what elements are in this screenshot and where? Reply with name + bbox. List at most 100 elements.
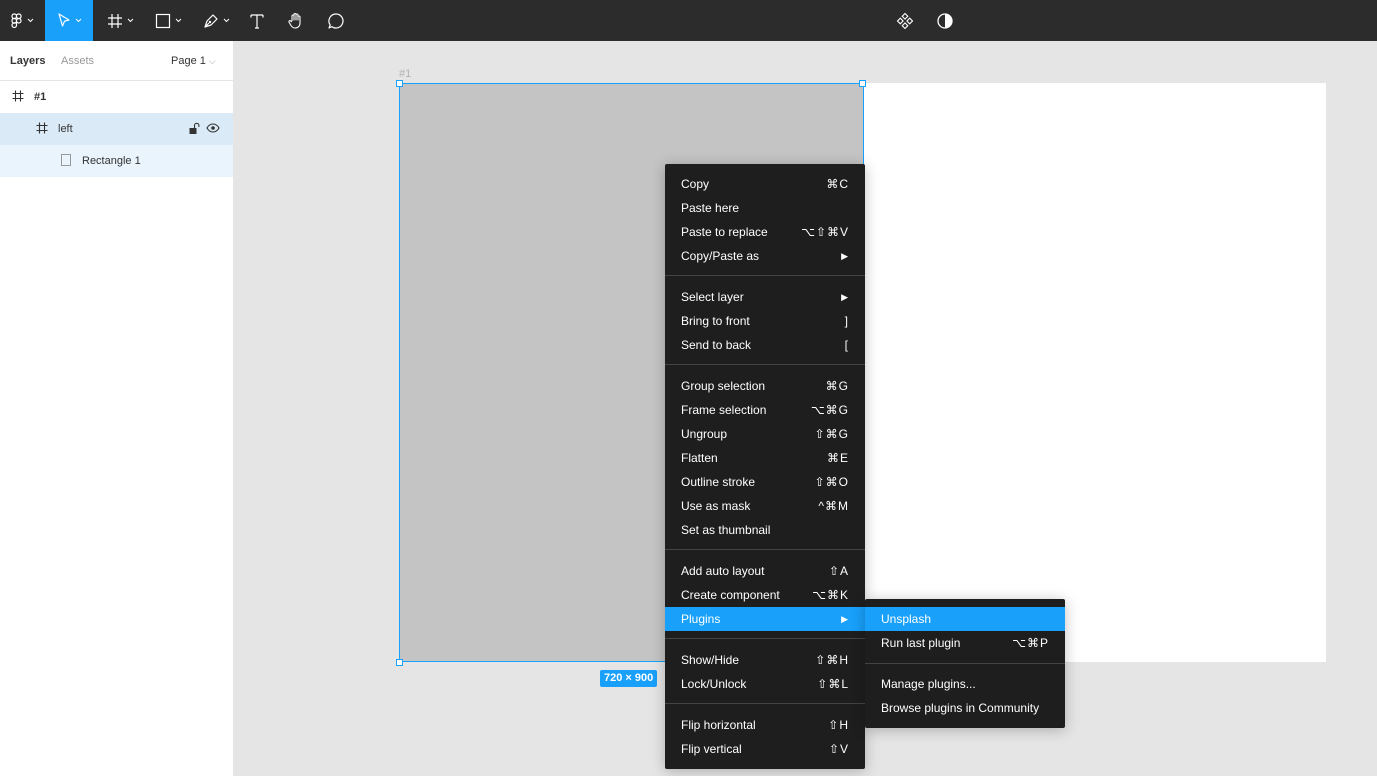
menu-item-label: Send to back [681,338,752,352]
pen-tool-button[interactable] [195,0,237,41]
menu-item-add-auto-layout[interactable]: Add auto layout ⇧A [665,559,865,583]
menu-item-group-selection[interactable]: Group selection ⌘G [665,374,865,398]
menu-item-frame-selection[interactable]: Frame selection ⌥⌘G [665,398,865,422]
layer-row-frame-1[interactable]: #1 [0,81,233,113]
components-button[interactable] [892,0,918,41]
menu-item-label: Add auto layout [681,564,765,578]
theme-toggle-button[interactable] [932,0,958,41]
page-selector[interactable]: Page 1 ⌵ [171,55,216,67]
menu-item-label: Create component [681,588,780,602]
chevron-down-icon [127,18,133,23]
menu-item-label: Flatten [681,451,718,465]
menu-item-label: Paste here [681,201,740,215]
menu-item-select-layer[interactable]: Select layer ▶ [665,285,865,309]
rectangle-icon [61,154,71,166]
frame-icon [12,90,24,102]
move-tool-button[interactable] [45,0,93,41]
rectangle-icon [155,13,170,28]
menu-item-send-to-back[interactable]: Send to back [ [665,333,865,357]
menu-item-outline-stroke[interactable]: Outline stroke ⇧⌘O [665,470,865,494]
text-icon [250,13,264,29]
menu-item-copy[interactable]: Copy ⌘C [665,172,865,196]
menu-item-paste-here[interactable]: Paste here [665,196,865,220]
panel-tabs: Layers Assets Page 1 ⌵ [0,41,233,81]
menu-item-label: Copy/Paste as [681,249,760,263]
frame-tool-button[interactable] [99,0,141,41]
menu-item-shortcut: ] [844,314,849,328]
frame-title[interactable]: #1 [399,68,411,80]
hand-icon [288,12,301,29]
components-icon [896,12,914,29]
cursor-icon [57,13,70,27]
menu-divider [665,638,865,639]
layer-row-rectangle-1[interactable]: Rectangle 1 [0,145,233,177]
figma-menu-button[interactable] [0,0,45,41]
submenu-item-browse-plugins[interactable]: Browse plugins in Community [865,696,1065,720]
menu-item-create-component[interactable]: Create component ⌥⌘K [665,583,865,607]
pen-icon [203,13,218,28]
eye-icon[interactable] [206,123,220,133]
menu-item-set-as-thumbnail[interactable]: Set as thumbnail [665,518,865,542]
submenu-arrow-icon: ▶ [841,251,849,261]
menu-item-label: Bring to front [681,314,750,328]
chevron-down-icon [175,18,181,23]
menu-item-label: Browse plugins in Community [881,701,1040,715]
menu-item-lock-unlock[interactable]: Lock/Unlock ⇧⌘L [665,672,865,696]
menu-item-label: Run last plugin [881,636,961,650]
menu-item-shortcut: ⇧A [828,564,849,578]
menu-item-shortcut: ⇧⌘G [814,427,849,441]
frame-1[interactable] [864,83,1326,662]
menu-item-shortcut: ⌥⌘G [810,403,849,417]
layer-label: #1 [34,91,47,103]
menu-item-shortcut: [ [844,338,849,352]
unlock-icon[interactable] [189,122,200,135]
tab-layers[interactable]: Layers [10,55,45,67]
chevron-down-icon [223,18,229,23]
menu-divider [665,275,865,276]
chevron-down-icon: ⌵ [208,56,216,66]
submenu-item-unsplash[interactable]: Unsplash [865,607,1065,631]
comment-tool-button[interactable] [322,0,350,41]
menu-item-shortcut: ^⌘M [818,499,849,513]
menu-item-label: Manage plugins... [881,677,976,691]
layer-row-left[interactable]: left [0,113,233,145]
menu-item-label: Unsplash [881,612,932,626]
menu-item-flatten[interactable]: Flatten ⌘E [665,446,865,470]
menu-item-label: Set as thumbnail [681,523,771,537]
layers-panel: Layers Assets Page 1 ⌵ #1 left Rectangle … [0,41,234,776]
menu-item-label: Lock/Unlock [681,677,747,691]
menu-item-label: Ungroup [681,427,728,441]
menu-item-label: Frame selection [681,403,767,417]
submenu-item-manage-plugins[interactable]: Manage plugins... [865,672,1065,696]
menu-item-flip-vertical[interactable]: Flip vertical ⇧V [665,737,865,761]
chevron-down-icon [75,18,81,23]
menu-item-label: Use as mask [681,499,751,513]
menu-item-shortcut: ⇧⌘L [817,677,849,691]
menu-item-bring-to-front[interactable]: Bring to front] [665,309,865,333]
menu-item-label: Group selection [681,379,766,393]
menu-item-plugins[interactable]: Plugins ▶ [665,607,865,631]
menu-item-ungroup[interactable]: Ungroup ⇧⌘G [665,422,865,446]
menu-item-shortcut: ⌘G [825,379,849,393]
menu-item-label: Flip horizontal [681,718,756,732]
shape-tool-button[interactable] [147,0,189,41]
resize-handle-top-left[interactable] [396,80,403,87]
text-tool-button[interactable] [243,0,271,41]
menu-item-copy-paste-as[interactable]: Copy/Paste as ▶ [665,244,865,268]
hand-tool-button[interactable] [282,0,310,41]
menu-item-use-as-mask[interactable]: Use as mask ^⌘M [665,494,865,518]
menu-item-paste-to-replace[interactable]: Paste to replace ⌥⇧⌘V [665,220,865,244]
menu-item-shortcut: ⇧V [828,742,849,756]
tab-assets[interactable]: Assets [61,55,94,67]
submenu-arrow-icon: ▶ [841,292,849,302]
menu-divider [865,663,1065,664]
layer-label: Rectangle 1 [82,155,141,167]
resize-handle-bottom-left[interactable] [396,659,403,666]
menu-item-label: Show/Hide [681,653,740,667]
frame-icon [107,13,122,28]
resize-handle-top-right[interactable] [859,80,866,87]
menu-item-flip-horizontal[interactable]: Flip horizontal ⇧H [665,713,865,737]
menu-item-show-hide[interactable]: Show/Hide ⇧⌘H [665,648,865,672]
context-menu: Copy ⌘C Paste here Paste to replace ⌥⇧⌘V C… [665,164,865,769]
submenu-item-run-last-plugin[interactable]: Run last plugin ⌥⌘P [865,631,1065,655]
